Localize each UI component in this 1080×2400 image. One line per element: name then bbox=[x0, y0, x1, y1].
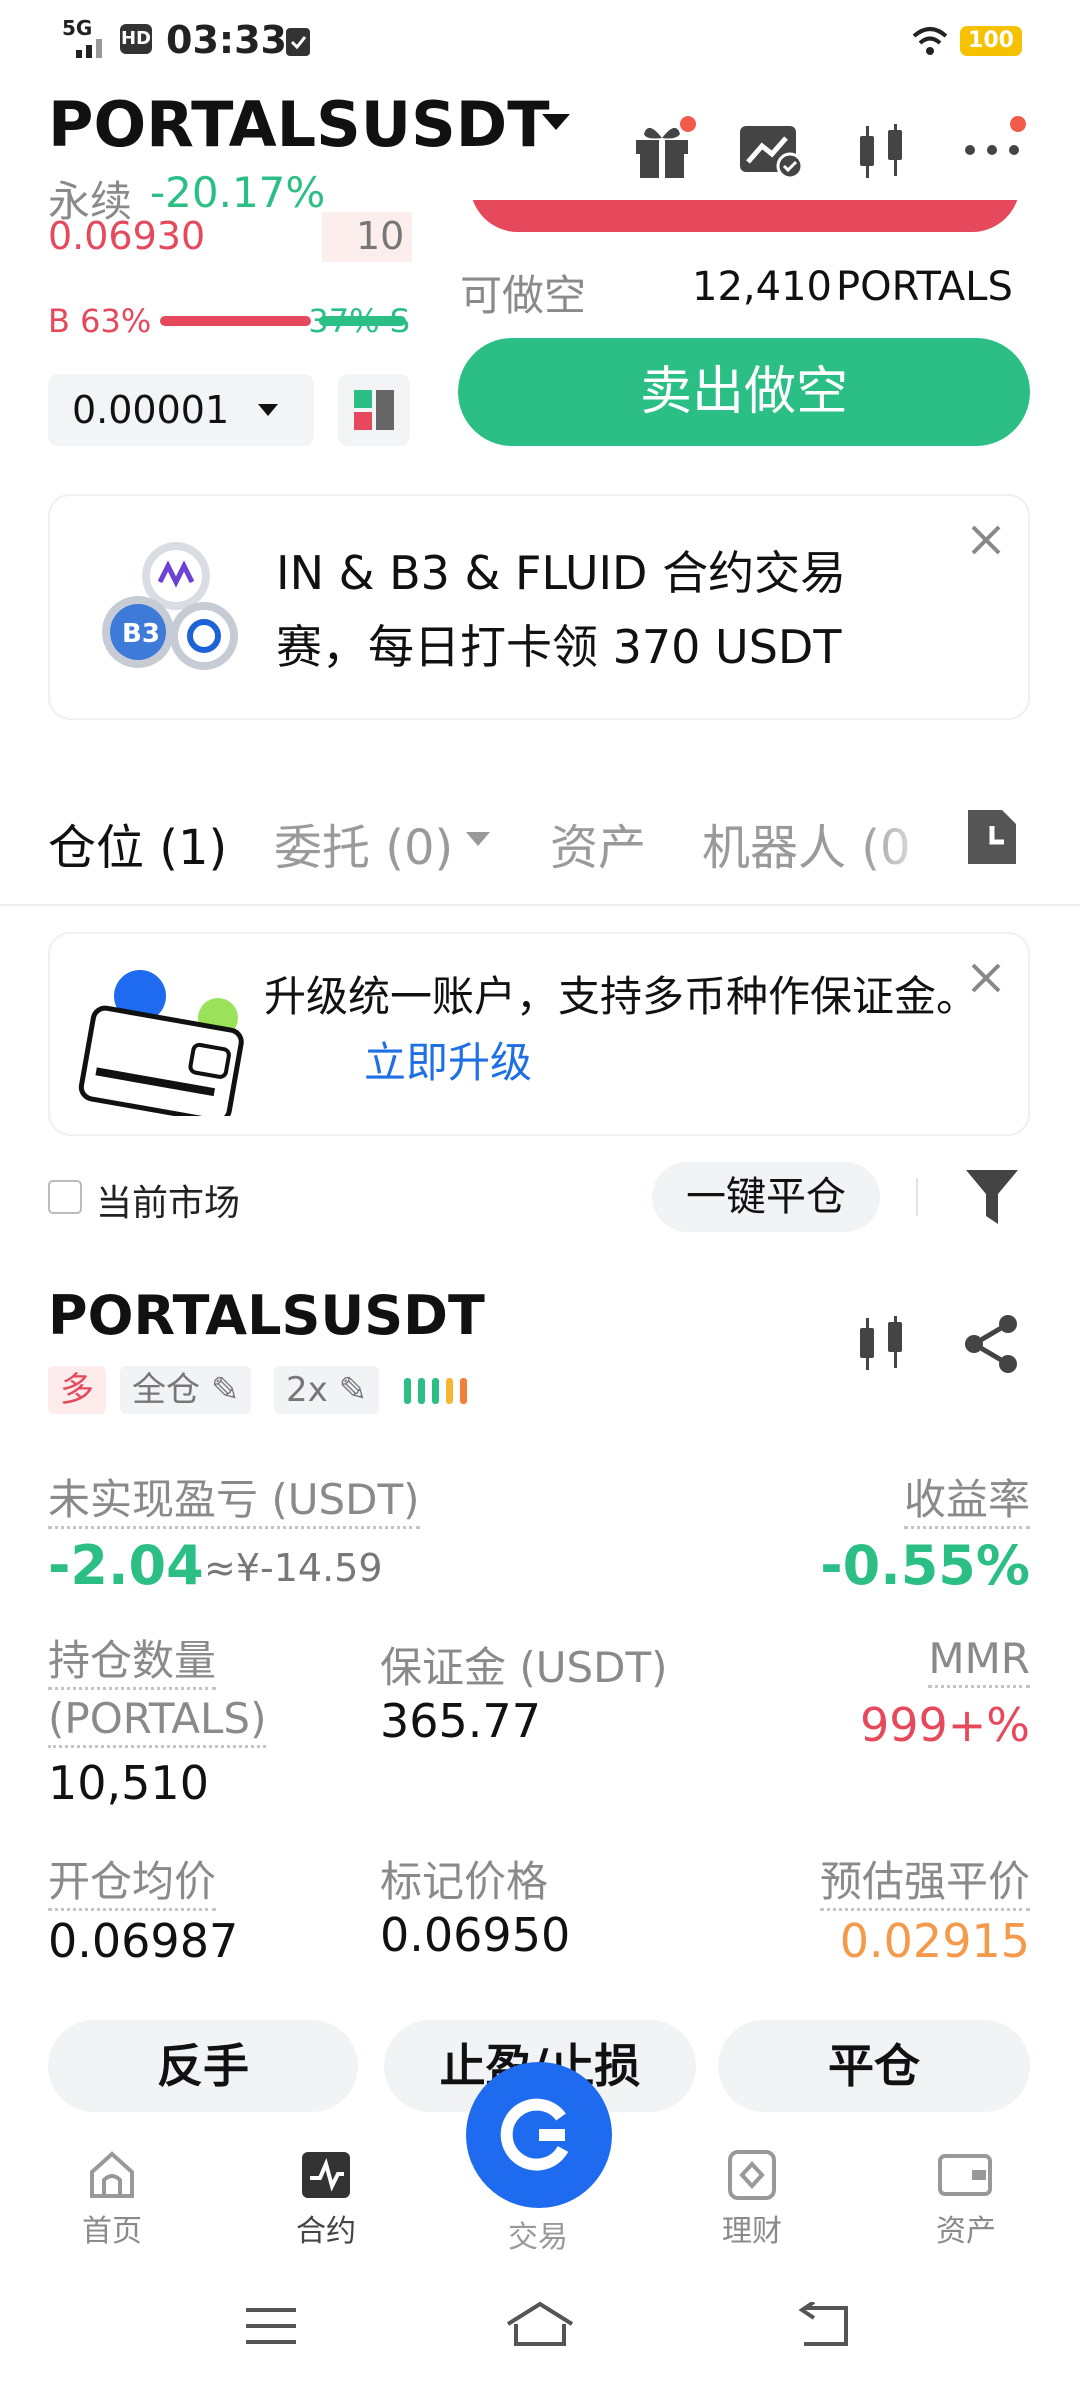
liq-price-value: 0.02915 bbox=[839, 1914, 1030, 1968]
current-market-label: 当前市场 bbox=[96, 1183, 241, 1224]
close-all-button[interactable]: 一键平仓 bbox=[652, 1162, 880, 1232]
wallet-icon bbox=[78, 966, 268, 1124]
chevron-down-icon[interactable] bbox=[540, 112, 572, 132]
available-short-unit: PORTALS bbox=[836, 264, 1013, 310]
margin-mode-text: 全仓 bbox=[132, 1370, 200, 1410]
sell-short-button[interactable]: 卖出做空 bbox=[458, 338, 1030, 446]
buy-long-button-partial[interactable] bbox=[470, 200, 1020, 236]
signal-icon bbox=[62, 34, 108, 58]
close-icon[interactable] bbox=[970, 962, 1002, 994]
available-short-value: 12,410 bbox=[692, 264, 832, 310]
close-position-button[interactable]: 平仓 bbox=[718, 2020, 1030, 2112]
trade-logo-icon bbox=[500, 2098, 569, 2171]
buy-ratio-label: B 63% bbox=[48, 302, 152, 340]
status-time: 03:33 bbox=[166, 18, 287, 62]
close-icon[interactable] bbox=[970, 524, 1002, 556]
battery-indicator: 100 bbox=[960, 26, 1022, 56]
orderbook-price[interactable]: 0.06930 bbox=[48, 214, 205, 258]
share-icon[interactable] bbox=[962, 1314, 1022, 1374]
futures-icon bbox=[302, 2152, 350, 2198]
mmr-value: 999+% bbox=[859, 1698, 1030, 1752]
filter-icon[interactable] bbox=[964, 1166, 1020, 1228]
more-icon[interactable] bbox=[962, 112, 1028, 162]
clipboard-icon bbox=[284, 24, 312, 58]
precision-selector[interactable]: 0.00001 bbox=[48, 374, 314, 446]
qty-value: 10,510 bbox=[48, 1756, 209, 1810]
earn-icon bbox=[728, 2150, 776, 2200]
qty-unit-label[interactable]: (PORTALS) bbox=[48, 1694, 267, 1748]
position-symbol[interactable]: PORTALSUSDT bbox=[48, 1284, 485, 1347]
symbol-title[interactable]: PORTALSUSDT bbox=[48, 88, 549, 161]
mark-price-value: 0.06950 bbox=[380, 1908, 571, 1962]
edit-icon: ✎ bbox=[210, 1370, 240, 1410]
entry-price-value: 0.06987 bbox=[48, 1914, 239, 1968]
qty-label[interactable]: 持仓数量 bbox=[48, 1636, 217, 1690]
nav-home[interactable]: 首页 bbox=[32, 2150, 192, 2250]
leverage-badge[interactable]: 2x ✎ bbox=[274, 1366, 380, 1414]
chevron-down-icon[interactable] bbox=[464, 830, 492, 848]
history-icon[interactable] bbox=[964, 806, 1020, 868]
candlestick-icon[interactable] bbox=[852, 1314, 912, 1374]
nav-trade-label[interactable]: 交易 bbox=[458, 2212, 618, 2256]
mark-price-label: 标记价格 bbox=[380, 1857, 549, 1906]
pnl-label[interactable]: 未实现盈亏 (USDT) bbox=[48, 1475, 420, 1529]
liq-price-label[interactable]: 预估强平价 bbox=[819, 1857, 1030, 1911]
entry-price-label[interactable]: 开仓均价 bbox=[48, 1857, 217, 1911]
chart-settings-icon[interactable] bbox=[738, 124, 804, 180]
candlestick-icon[interactable] bbox=[852, 122, 912, 182]
reverse-button[interactable]: 反手 bbox=[48, 2020, 358, 2112]
nav-earn[interactable]: 理财 bbox=[672, 2150, 832, 2250]
orderbook-layout-button[interactable] bbox=[338, 374, 410, 446]
chevron-down-icon bbox=[256, 402, 280, 418]
pnl-cny: ≈¥-14.59 bbox=[204, 1546, 383, 1590]
tab-positions[interactable]: 仓位 (1) bbox=[48, 808, 227, 878]
hd-badge: HD bbox=[120, 24, 152, 54]
svg-text:B3: B3 bbox=[122, 619, 160, 649]
promo-text: IN & B3 & FLUID 合约交易赛，每日打卡领 370 USDT bbox=[276, 546, 847, 674]
price-change: -20.17% bbox=[150, 168, 326, 217]
status-bar: 5G HD 03:33 100 bbox=[0, 0, 1080, 80]
upgrade-link[interactable]: 立即升级 bbox=[364, 1030, 532, 1096]
nav-home-label: 首页 bbox=[82, 2214, 142, 2249]
home-nav-icon[interactable] bbox=[504, 2300, 576, 2348]
margin-value: 365.77 bbox=[380, 1694, 541, 1748]
nav-assets[interactable]: 资产 bbox=[886, 2150, 1046, 2250]
symbol-title-text: PORTALSUSDT bbox=[48, 88, 550, 161]
sell-ratio-label: 37% S bbox=[308, 302, 410, 340]
upgrade-card[interactable]: 升级统一账户，支持多币种作保证金。 立即升级 bbox=[48, 932, 1030, 1136]
mmr-label[interactable]: MMR bbox=[928, 1634, 1030, 1688]
risk-level-icon bbox=[404, 1376, 488, 1410]
nav-futures-label: 合约 bbox=[296, 2214, 356, 2249]
assets-icon bbox=[938, 2154, 992, 2196]
wifi-icon bbox=[910, 24, 950, 58]
roe-label[interactable]: 收益率 bbox=[903, 1475, 1030, 1529]
layout-icon bbox=[354, 390, 394, 430]
upgrade-text: 升级统一账户，支持多币种作保证金。 bbox=[264, 964, 984, 1030]
upgrade-message: 升级统一账户，支持多币种作保证金。 bbox=[264, 972, 979, 1021]
edit-icon: ✎ bbox=[338, 1370, 368, 1410]
precision-value: 0.00001 bbox=[72, 388, 230, 432]
side-badge: 多 bbox=[48, 1366, 106, 1414]
coins-icon: B3 bbox=[96, 536, 246, 686]
orderbook-qty: 10 bbox=[356, 214, 405, 258]
current-market-checkbox[interactable] bbox=[48, 1180, 82, 1214]
pnl-value: -2.04 bbox=[48, 1534, 204, 1597]
margin-label: 保证金 (USDT) bbox=[380, 1643, 668, 1692]
promo-banner[interactable]: B3 IN & B3 & FLUID 合约交易赛，每日打卡领 370 USDT bbox=[48, 494, 1030, 720]
trade-fab[interactable] bbox=[466, 2062, 612, 2208]
roe-value: -0.55% bbox=[820, 1534, 1030, 1597]
margin-mode-badge[interactable]: 全仓 ✎ bbox=[120, 1366, 252, 1414]
available-short-label: 可做空 bbox=[460, 271, 587, 320]
menu-icon[interactable] bbox=[244, 2306, 298, 2346]
nav-futures[interactable]: 合约 bbox=[246, 2150, 406, 2250]
nav-assets-label: 资产 bbox=[936, 2214, 996, 2249]
tab-assets[interactable]: 资产 bbox=[550, 808, 646, 878]
tab-orders[interactable]: 委托 (0) bbox=[274, 808, 453, 878]
gift-icon[interactable] bbox=[630, 116, 696, 182]
back-icon[interactable] bbox=[796, 2302, 848, 2348]
nav-earn-label: 理财 bbox=[722, 2214, 782, 2249]
leverage-text: 2x bbox=[286, 1370, 328, 1410]
home-icon bbox=[90, 2151, 134, 2198]
